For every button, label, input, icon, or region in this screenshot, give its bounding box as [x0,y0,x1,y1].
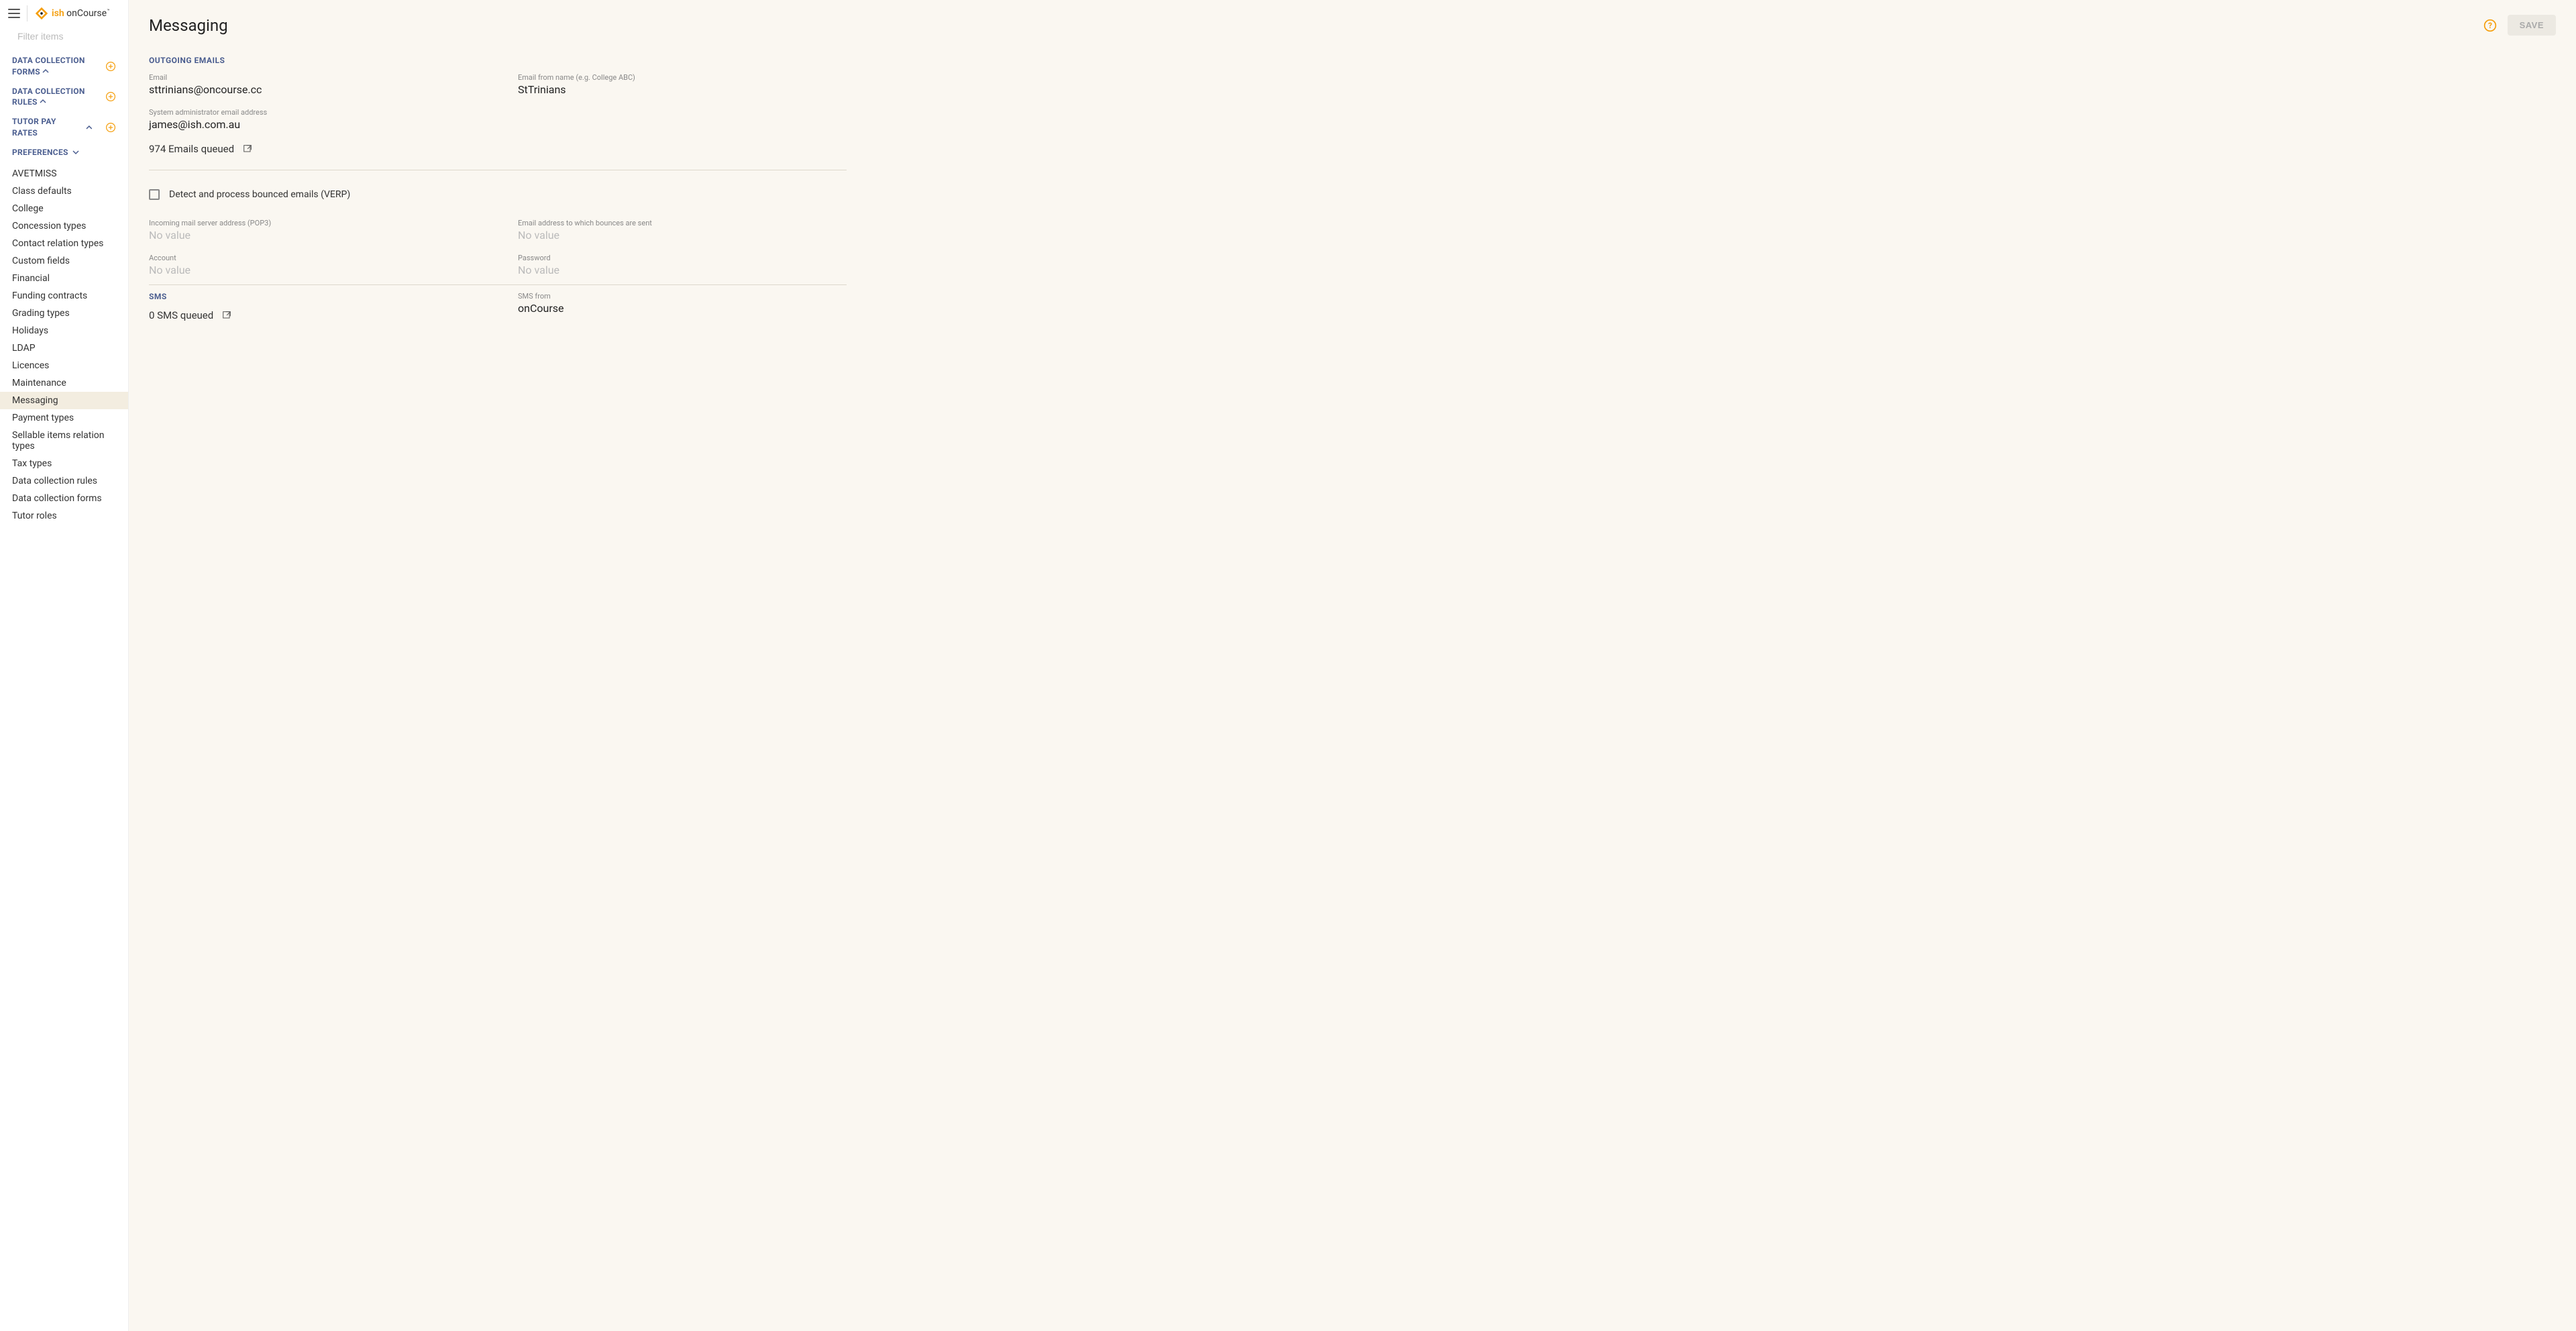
topbar: ish onCourse™ [0,0,128,27]
sidebar-item-custom-fields[interactable]: Custom fields [0,252,128,270]
sidebar-item-financial[interactable]: Financial [0,270,128,287]
sidebar-item-class-defaults[interactable]: Class defaults [0,182,128,200]
chevron-down-icon [72,149,79,156]
password-field[interactable]: Password No value [518,254,847,276]
outgoing-heading: OUTGOING EMAILS [149,56,847,65]
sms-from-field[interactable]: SMS from onCourse [518,292,847,315]
preferences-items: AVETMISSClass defaultsCollegeConcession … [0,165,128,525]
sidebar-item-tutor-roles[interactable]: Tutor roles [0,507,128,525]
chevron-up-icon [86,124,93,131]
account-field[interactable]: Account No value [149,254,478,276]
open-in-new-icon[interactable] [242,144,253,154]
sidebar-item-tax-types[interactable]: Tax types [0,455,128,472]
filter-input[interactable] [17,31,139,42]
add-icon[interactable] [105,122,116,133]
sidebar-item-data-collection-forms[interactable]: Data collection forms [0,490,128,507]
nav-group-rules: DATA COLLECTION RULES [0,82,128,113]
sidebar-item-concession-types[interactable]: Concession types [0,217,128,235]
add-icon[interactable] [105,91,116,102]
bounce-checkbox[interactable] [149,189,160,200]
bounce-address-field[interactable]: Email address to which bounces are sent … [518,219,847,242]
sidebar-item-holidays[interactable]: Holidays [0,322,128,339]
sidebar-item-payment-types[interactable]: Payment types [0,409,128,427]
admin-email-field[interactable]: System administrator email address james… [149,108,478,131]
chevron-up-icon [40,98,46,105]
nav-group-header-preferences[interactable]: PREFERENCES [12,147,116,158]
sidebar: ish onCourse™ DATA COLLECTION FORMS DATA… [0,0,129,1331]
sidebar-item-funding-contracts[interactable]: Funding contracts [0,287,128,305]
search-row [0,27,128,48]
sidebar-item-grading-types[interactable]: Grading types [0,305,128,322]
logo[interactable]: ish onCourse™ [27,5,109,21]
pop3-field[interactable]: Incoming mail server address (POP3) No v… [149,219,478,242]
sidebar-item-ldap[interactable]: LDAP [0,339,128,357]
content: OUTGOING EMAILS Email sttrinians@oncours… [129,40,867,345]
save-button[interactable]: SAVE [2508,15,2556,36]
nav-group-header-rules[interactable]: DATA COLLECTION RULES [12,86,116,109]
nav-group-preferences: PREFERENCES [0,143,128,162]
email-field[interactable]: Email sttrinians@oncourse.cc [149,73,478,96]
sidebar-item-contact-relation-types[interactable]: Contact relation types [0,235,128,252]
sidebar-item-college[interactable]: College [0,200,128,217]
emails-queued-row: 974 Emails queued [149,143,847,155]
sms-queued-row: 0 SMS queued [149,309,478,321]
sidebar-item-licences[interactable]: Licences [0,357,128,374]
sidebar-item-data-collection-rules[interactable]: Data collection rules [0,472,128,490]
nav-group-header-tutor-rates[interactable]: TUTOR PAY RATES [12,116,116,139]
add-icon[interactable] [105,61,116,72]
bounce-checkbox-row: Detect and process bounced emails (VERP) [149,189,847,200]
emails-queued-text: 974 Emails queued [149,143,234,155]
sidebar-item-sellable-items-relation-types[interactable]: Sellable items relation types [0,427,128,455]
nav-group-header-forms[interactable]: DATA COLLECTION FORMS [12,55,116,78]
sms-heading: SMS [149,292,478,301]
email-from-name-field[interactable]: Email from name (e.g. College ABC) StTri… [518,73,847,96]
sidebar-item-messaging[interactable]: Messaging [0,392,128,409]
divider [149,284,847,285]
help-icon[interactable]: ? [2483,19,2497,32]
sms-queued-text: 0 SMS queued [149,309,213,321]
page-title: Messaging [149,16,228,35]
nav-group-tutor-rates: TUTOR PAY RATES [0,112,128,143]
chevron-up-icon [42,68,49,74]
sidebar-item-maintenance[interactable]: Maintenance [0,374,128,392]
nav-group-forms: DATA COLLECTION FORMS [0,51,128,82]
main-header: Messaging ? SAVE [129,0,2576,40]
sidebar-item-avetmiss[interactable]: AVETMISS [0,165,128,182]
logo-text: ish onCourse™ [52,8,109,19]
open-in-new-icon[interactable] [221,310,232,321]
nav: DATA COLLECTION FORMS DATA COLLECTION RU… [0,48,128,1331]
header-actions: ? SAVE [2483,15,2556,36]
hamburger-menu-icon[interactable] [8,9,20,18]
main: Messaging ? SAVE OUTGOING EMAILS Email s… [129,0,2576,1331]
bounce-checkbox-label: Detect and process bounced emails (VERP) [169,189,350,200]
logo-icon [34,6,49,21]
svg-text:?: ? [2488,21,2492,30]
